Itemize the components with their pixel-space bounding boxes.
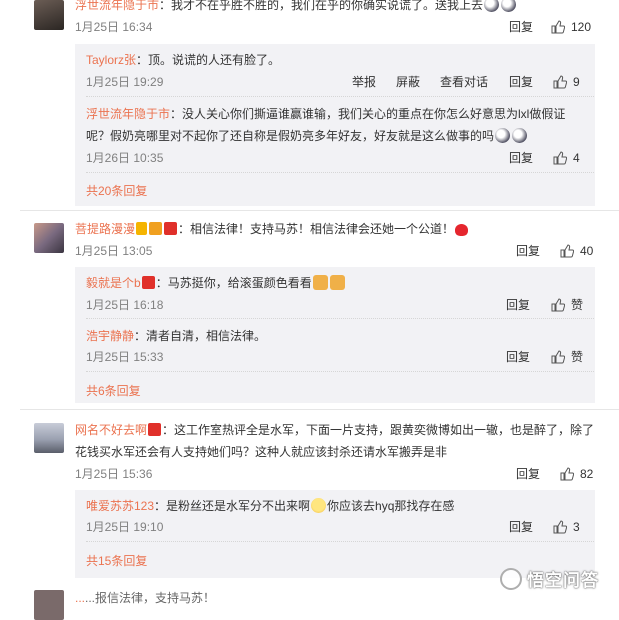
divider xyxy=(86,318,594,319)
reply-text: 毅就是个b ：马苏挺你，给滚蛋颜色看看 xyxy=(86,274,346,292)
comment-time: 1月25日 13:05 xyxy=(75,244,153,258)
like-button[interactable]: 4 xyxy=(553,150,580,166)
reply-button[interactable]: 回复 xyxy=(509,74,533,90)
emoji-icon xyxy=(512,128,528,143)
crown-badge-icon xyxy=(149,222,163,235)
divider xyxy=(20,409,619,410)
like-button[interactable]: 82 xyxy=(560,466,593,482)
reply-button[interactable]: 回复 xyxy=(506,297,530,313)
like-count: 9 xyxy=(573,75,580,89)
wukong-logo-icon xyxy=(500,567,522,590)
thumbs-up-icon xyxy=(553,151,567,165)
comment-text: ......报信法律，支持马苏！ xyxy=(75,591,216,605)
more-replies-link[interactable]: 共6条回复 xyxy=(86,383,141,399)
thumbs-up-icon xyxy=(553,520,567,534)
report-button[interactable]: 举报 xyxy=(352,74,376,90)
more-replies-link[interactable]: 共20条回复 xyxy=(86,183,147,199)
reply-username[interactable]: 浩宇静静 xyxy=(86,329,134,343)
like-button[interactable]: 赞 xyxy=(551,349,583,365)
like-count: 120 xyxy=(571,20,592,34)
thumbs-up-icon xyxy=(553,75,567,89)
comment-username[interactable]: 浮世流年隐于市 xyxy=(75,0,159,12)
red-badge-icon xyxy=(141,276,155,289)
reply-time: 1月25日 19:29 xyxy=(86,75,164,89)
reply-button[interactable]: 回复 xyxy=(509,519,533,535)
comment-username[interactable]: 菩提路漫漫 xyxy=(75,222,135,236)
red-badge-icon xyxy=(148,423,162,436)
comment-text: 花钱买水军还会有人支持她们吗？这种人就应该封杀还请水军搬弄是非 xyxy=(75,445,448,459)
divider xyxy=(86,371,594,372)
thumbs-up-icon xyxy=(560,467,574,481)
emoji-icon xyxy=(501,0,517,12)
like-count: 赞 xyxy=(571,298,584,312)
like-count: 赞 xyxy=(571,350,584,364)
comment-time: 1月25日 16:34 xyxy=(75,20,153,34)
more-replies-link[interactable]: 共15条回复 xyxy=(86,553,147,569)
reply-button[interactable]: 回复 xyxy=(509,19,533,35)
divider xyxy=(86,172,594,173)
reply-text: 浮世流年隐于市：没人关心你们撕逼谁赢谁输，我们关心的重点在你怎么好意思为lxl做… xyxy=(86,107,566,121)
like-count: 82 xyxy=(580,467,594,481)
comment-username[interactable]: 网名不好去啊 xyxy=(75,423,147,437)
thumbs-up-icon xyxy=(551,298,565,312)
reply-time: 1月25日 15:33 xyxy=(86,350,164,364)
divider xyxy=(20,210,619,211)
reply-text: 唯爱苏苏123：是粉丝还是水军分不出来啊 你应该去hyq那找存在感 xyxy=(86,498,455,513)
reply-button[interactable]: 回复 xyxy=(509,150,533,166)
avatar[interactable] xyxy=(34,423,64,453)
reply-text: Taylorz张：顶。说谎的人还有脸了。 xyxy=(86,53,281,67)
reply-username[interactable]: 浮世流年隐于市 xyxy=(86,107,170,121)
heart-icon xyxy=(455,224,469,236)
reply-time: 1月25日 16:18 xyxy=(86,298,164,312)
reply-button[interactable]: 回复 xyxy=(516,243,540,259)
reply-time: 1月26日 10:35 xyxy=(86,151,164,165)
verified-v-icon xyxy=(136,222,148,235)
thumbs-up-icon xyxy=(560,244,574,258)
emoji-icon xyxy=(484,0,500,12)
crying-emoji-icon xyxy=(311,498,327,513)
like-button[interactable]: 40 xyxy=(560,243,593,259)
avatar[interactable] xyxy=(34,0,64,30)
avatar[interactable] xyxy=(34,223,64,253)
muscle-emoji-icon xyxy=(329,275,345,290)
reply-username[interactable]: 唯爱苏苏123 xyxy=(86,499,154,513)
like-button[interactable]: 3 xyxy=(553,519,580,535)
emoji-icon xyxy=(495,128,511,143)
like-button[interactable]: 9 xyxy=(553,74,580,90)
thumbs-up-icon xyxy=(551,20,565,34)
like-count: 40 xyxy=(580,244,594,258)
thumbs-up-emoji-icon xyxy=(312,275,328,290)
view-dialog-button[interactable]: 查看对话 xyxy=(440,74,488,90)
reply-username[interactable]: Taylorz张 xyxy=(86,53,136,67)
avatar[interactable] xyxy=(34,590,64,620)
like-count: 3 xyxy=(573,520,580,534)
reply-text: 呢？假奶亮哪里对不起你了还自称是假奶亮多年好友，好友就是这么做事的吗 xyxy=(86,127,528,145)
comment-time: 1月25日 15:36 xyxy=(75,467,153,481)
like-button[interactable]: 120 xyxy=(551,19,591,35)
reply-text: 浩宇静静：清者自清，相信法律。 xyxy=(86,329,267,343)
comment-text: 菩提路漫漫 ：相信法律！支持马苏！相信法律会还她一个公道！ xyxy=(75,220,469,238)
comment-text: 浮世流年隐于市：我才不在乎胜不胜的，我们在乎的你确实说谎了。送我上去 xyxy=(75,0,517,14)
reply-button[interactable]: 回复 xyxy=(506,349,530,365)
reply-button[interactable]: 回复 xyxy=(516,466,540,482)
block-button[interactable]: 屏蔽 xyxy=(396,74,420,90)
reply-time: 1月25日 19:10 xyxy=(86,520,164,534)
watermark: 悟空问答 xyxy=(500,566,599,591)
reply-username[interactable]: 毅就是个b xyxy=(86,276,141,290)
comment-username[interactable]: ... xyxy=(75,591,85,605)
divider xyxy=(86,541,594,542)
red-badge-icon xyxy=(164,222,178,235)
divider xyxy=(86,96,594,97)
comment-text: 网名不好去啊 ：这工作室热评全是水军，下面一片支持，跟黄奕微博如出一辙，也是醉了，… xyxy=(75,423,595,437)
like-count: 4 xyxy=(573,151,580,165)
like-button[interactable]: 赞 xyxy=(551,297,583,313)
thumbs-up-icon xyxy=(551,350,565,364)
